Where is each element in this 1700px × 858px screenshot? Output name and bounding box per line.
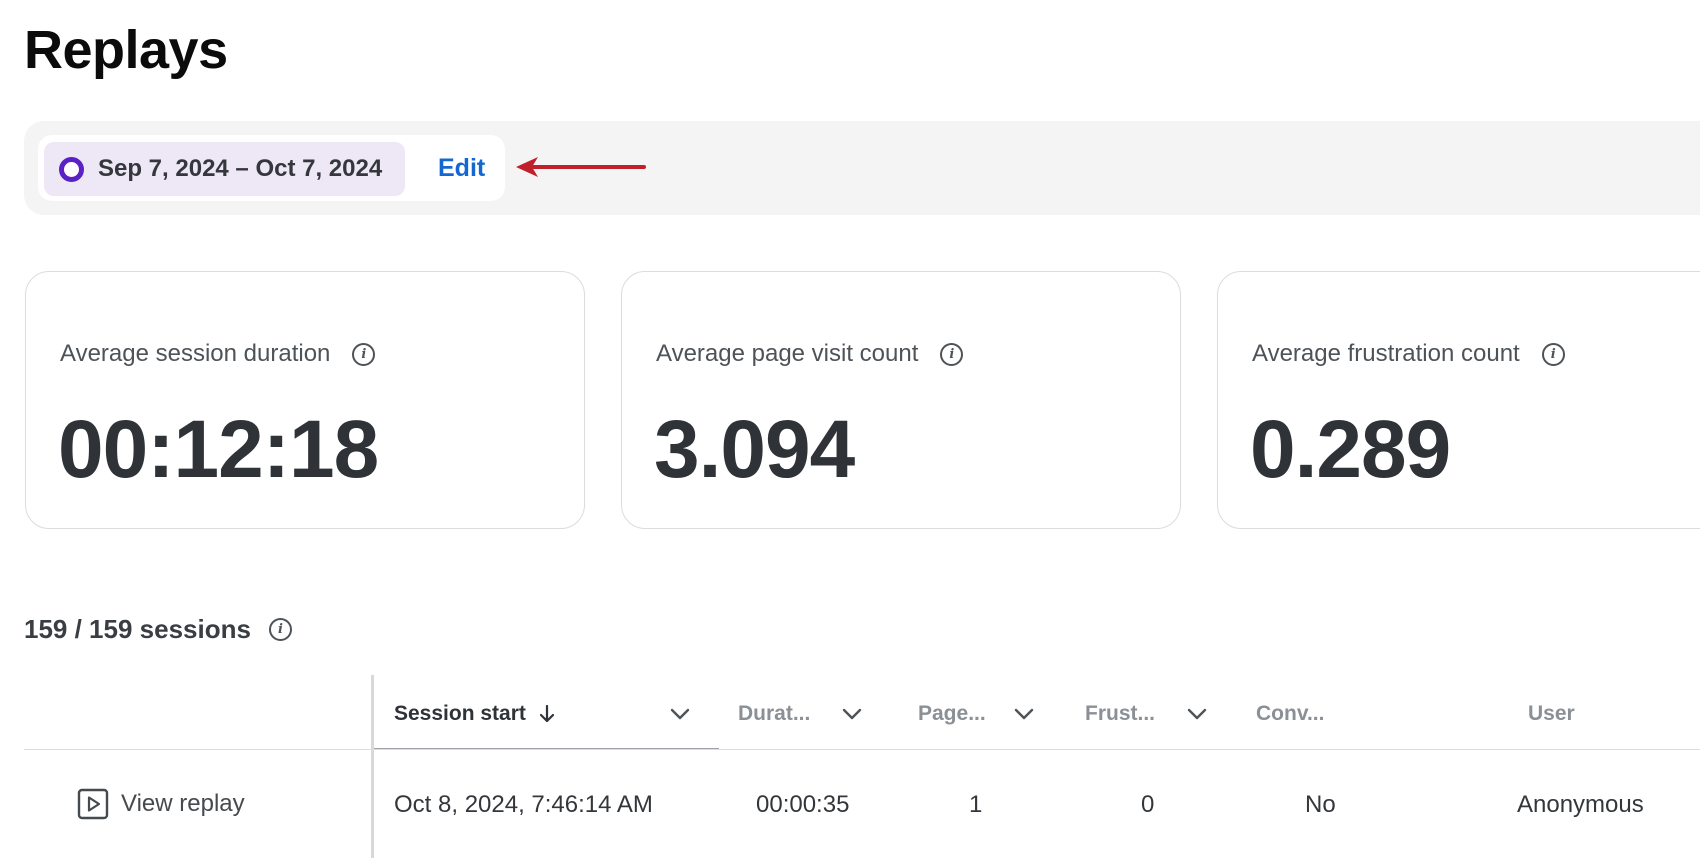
column-header-conversion[interactable]: Conv...	[1256, 696, 1324, 732]
date-range-chip[interactable]: Sep 7, 2024 – Oct 7, 2024	[44, 142, 405, 196]
chevron-down-icon[interactable]	[841, 704, 863, 724]
chevron-down-icon[interactable]	[1186, 704, 1208, 724]
column-header-pages[interactable]: Page...	[918, 696, 986, 732]
metric-label: Average frustration count	[1252, 340, 1520, 367]
page-title: Replays	[24, 20, 228, 80]
metric-value: 3.094	[654, 404, 855, 495]
cell-session-start: Oct 8, 2024, 7:46:14 AM	[394, 791, 653, 818]
column-header-user[interactable]: User	[1528, 696, 1575, 732]
annotation-arrow-icon	[516, 157, 646, 177]
view-replay-button[interactable]: View replay	[77, 788, 245, 820]
metric-value: 0.289	[1250, 404, 1451, 495]
cell-frustration: 0	[1141, 791, 1155, 818]
cell-conversion: No	[1305, 791, 1336, 818]
metric-label: Average page visit count	[656, 340, 919, 367]
arrow-down-icon	[539, 704, 554, 723]
filter-bar: Sep 7, 2024 – Oct 7, 2024 Edit	[24, 121, 1700, 215]
cell-duration: 00:00:35	[756, 791, 850, 818]
date-range-text: Sep 7, 2024 – Oct 7, 2024	[98, 155, 383, 182]
metric-label: Average session duration	[60, 340, 331, 367]
metric-value: 00:12:18	[58, 404, 379, 495]
ring-icon	[59, 156, 84, 182]
date-filter-card: Sep 7, 2024 – Oct 7, 2024 Edit	[38, 135, 505, 201]
info-icon[interactable]: i	[940, 342, 964, 366]
column-divider[interactable]	[371, 675, 374, 858]
info-icon[interactable]: i	[352, 342, 376, 366]
chevron-down-icon[interactable]	[1013, 704, 1035, 724]
sessions-count-label: 159 / 159 sessions	[24, 614, 251, 644]
sessions-count: 159 / 159 sessions i	[24, 614, 292, 645]
cell-pages: 1	[969, 791, 983, 818]
edit-date-range-link[interactable]: Edit	[438, 135, 485, 201]
column-header-frustration[interactable]: Frust...	[1085, 696, 1155, 732]
play-icon	[77, 788, 109, 820]
cell-user: Anonymous	[1517, 791, 1644, 818]
table-header-border	[24, 749, 1700, 750]
metric-card-page-visit-count: Average page visit count i 3.094	[621, 271, 1181, 529]
metric-card-session-duration: Average session duration i 00:12:18	[25, 271, 585, 529]
metric-card-frustration-count: Average frustration count i 0.289	[1217, 271, 1700, 529]
column-header-duration[interactable]: Durat...	[738, 696, 810, 732]
info-icon[interactable]: i	[1541, 342, 1565, 366]
column-header-session-start[interactable]: Session start	[394, 696, 556, 732]
info-icon[interactable]: i	[268, 618, 292, 641]
view-replay-label: View replay	[121, 790, 245, 817]
chevron-down-icon[interactable]	[669, 704, 691, 724]
